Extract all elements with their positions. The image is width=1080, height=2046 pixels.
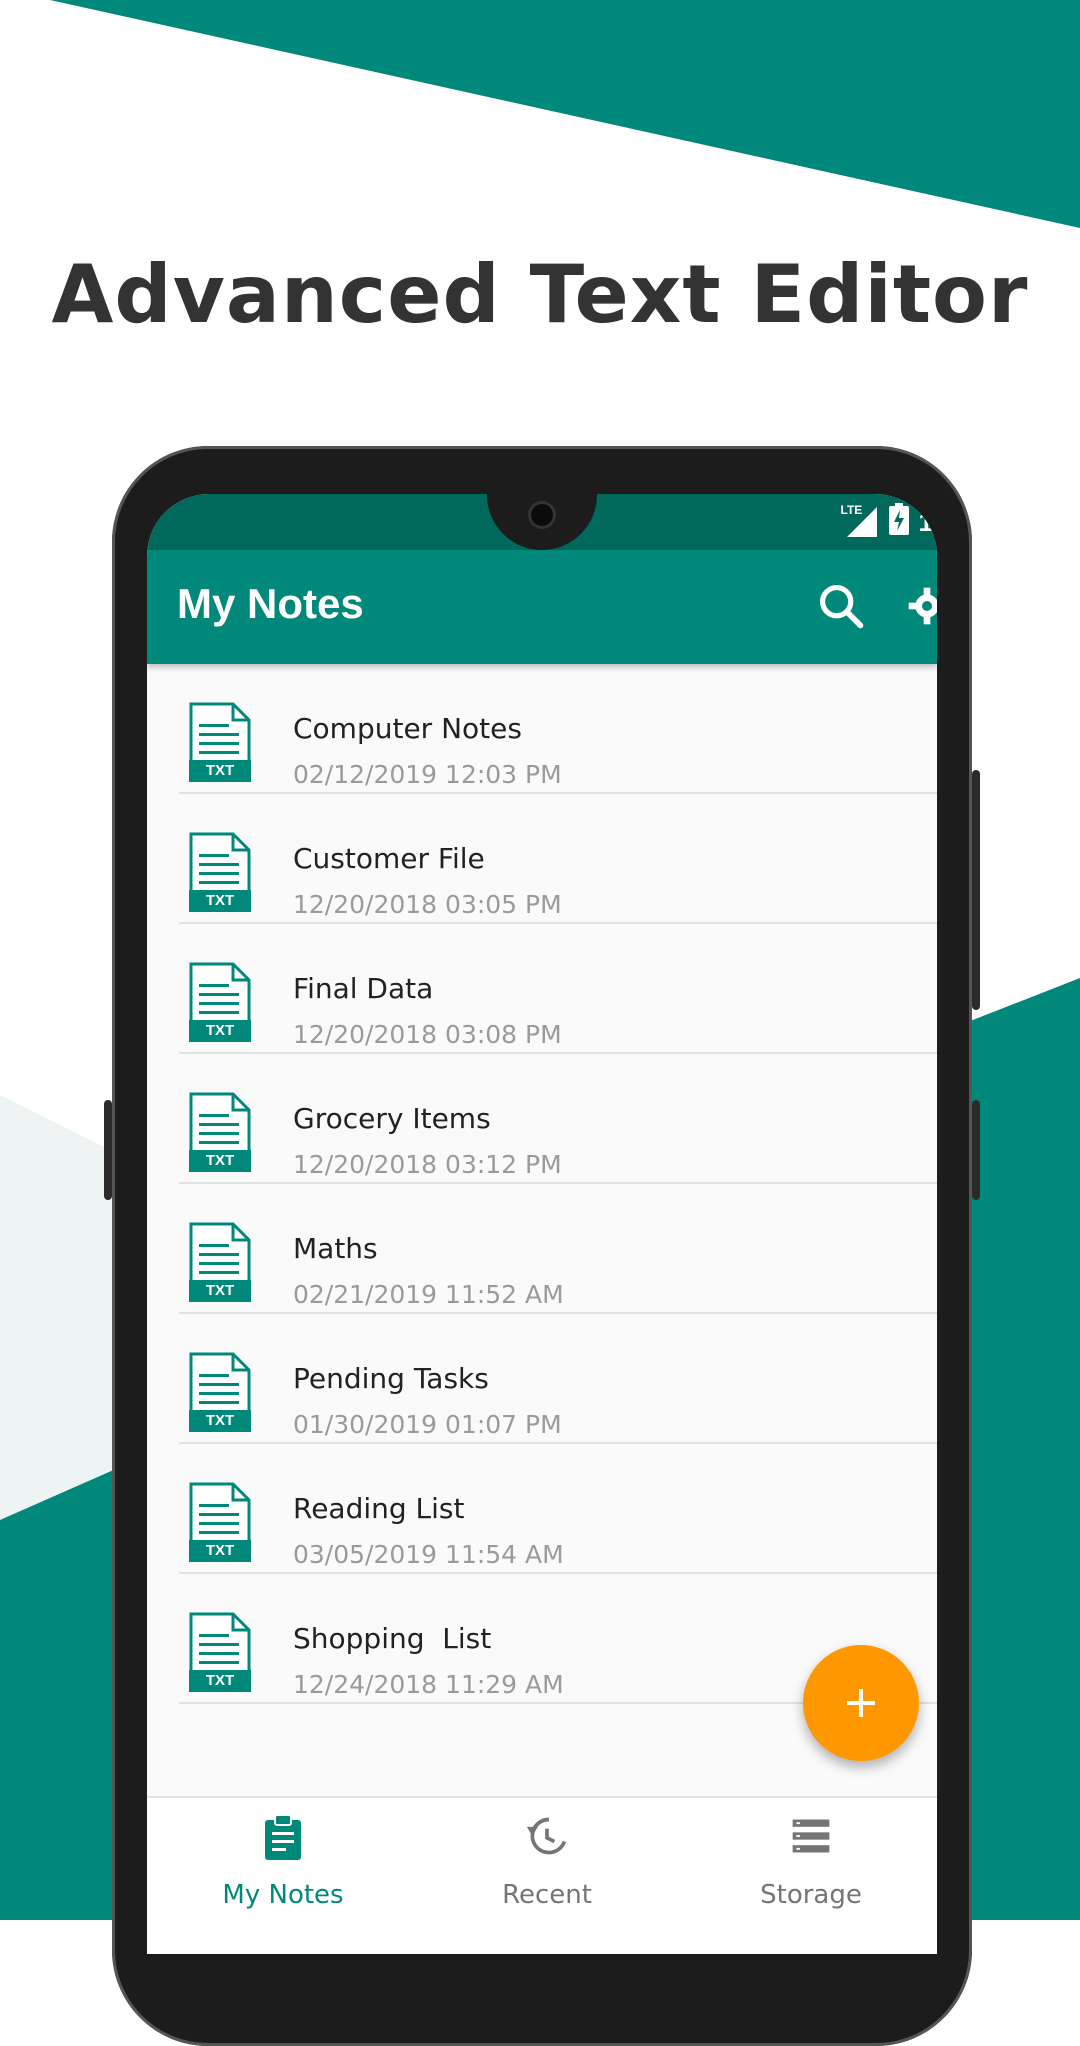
phone-side-button <box>972 770 980 1010</box>
nav-label: My Notes <box>222 1880 344 1910</box>
txt-label: TXT <box>205 762 235 779</box>
note-title: Maths <box>293 1232 378 1265</box>
nav-label: Storage <box>760 1880 862 1910</box>
note-title: Shopping List <box>293 1622 492 1655</box>
page-title: My Notes <box>177 580 364 627</box>
txt-label: TXT <box>205 892 235 909</box>
note-date: 12/20/2018 03:05 PM <box>293 890 562 919</box>
phone-screen: LTE 1 My Notes TXT Computer Notes 02/12/… <box>147 494 937 1954</box>
status-icons: LTE 1 <box>841 502 933 542</box>
txt-label: TXT <box>205 1152 235 1169</box>
note-title: Reading List <box>293 1492 465 1525</box>
app-bar: My Notes <box>147 550 937 664</box>
plus-icon <box>847 1689 875 1717</box>
front-camera <box>531 504 553 526</box>
note-title: Final Data <box>293 972 434 1005</box>
phone-side-button <box>972 1100 980 1200</box>
txt-label: TXT <box>205 1542 235 1559</box>
history-icon <box>526 1817 567 1855</box>
txt-label: TXT <box>205 1672 235 1689</box>
note-date: 12/24/2018 11:29 AM <box>293 1670 564 1699</box>
status-bar: LTE 1 <box>147 494 937 550</box>
list-item[interactable]: TXT Reading List 03/05/2019 11:54 AM <box>179 1444 937 1574</box>
note-date: 01/30/2019 01:07 PM <box>293 1410 562 1439</box>
list-item[interactable]: TXT Grocery Items 12/20/2018 03:12 PM <box>179 1054 937 1184</box>
headline: Advanced Text Editor <box>51 248 1029 341</box>
note-date: 02/12/2019 12:03 PM <box>293 760 562 789</box>
settings-icon <box>908 587 937 625</box>
network-type: LTE <box>840 503 863 517</box>
note-date: 12/20/2018 03:12 PM <box>293 1150 562 1179</box>
note-title: Computer Notes <box>293 712 522 745</box>
list-item[interactable]: TXT Maths 02/21/2019 11:52 AM <box>179 1184 937 1314</box>
note-title: Grocery Items <box>293 1102 491 1135</box>
list-item[interactable]: TXT Final Data 12/20/2018 03:08 PM <box>179 924 937 1054</box>
clipboard-icon <box>265 1814 301 1860</box>
nav-item-my-notes[interactable]: My Notes <box>183 1798 383 1954</box>
phone-side-button <box>104 1100 112 1200</box>
note-date: 12/20/2018 03:08 PM <box>293 1020 562 1049</box>
search-icon <box>819 584 864 629</box>
camera-notch <box>487 494 597 550</box>
note-date: 02/21/2019 11:52 AM <box>293 1280 564 1309</box>
storage-icon <box>792 1819 830 1853</box>
nav-item-recent[interactable]: Recent <box>447 1798 647 1954</box>
bottom-navigation: My Notes Recent Storage <box>147 1796 937 1954</box>
note-title: Customer File <box>293 842 485 875</box>
list-item[interactable]: TXT Computer Notes 02/12/2019 12:03 PM <box>179 664 937 794</box>
search-button[interactable] <box>815 580 867 632</box>
signal-icon: LTE <box>841 503 879 537</box>
add-note-button[interactable] <box>803 1645 919 1761</box>
nav-item-storage[interactable]: Storage <box>711 1798 911 1954</box>
txt-label: TXT <box>205 1412 235 1429</box>
clock-text: 1 <box>918 506 933 537</box>
note-list: TXT Computer Notes 02/12/2019 12:03 PM T… <box>147 664 937 1704</box>
txt-label: TXT <box>205 1022 235 1039</box>
note-title: Pending Tasks <box>293 1362 489 1395</box>
nav-label: Recent <box>502 1880 592 1910</box>
note-date: 03/05/2019 11:54 AM <box>293 1540 564 1569</box>
settings-button[interactable] <box>907 586 937 626</box>
list-item[interactable]: TXT Customer File 12/20/2018 03:05 PM <box>179 794 937 924</box>
list-item[interactable]: TXT Pending Tasks 01/30/2019 01:07 PM <box>179 1314 937 1444</box>
battery-icon <box>888 502 909 542</box>
txt-label: TXT <box>205 1282 235 1299</box>
